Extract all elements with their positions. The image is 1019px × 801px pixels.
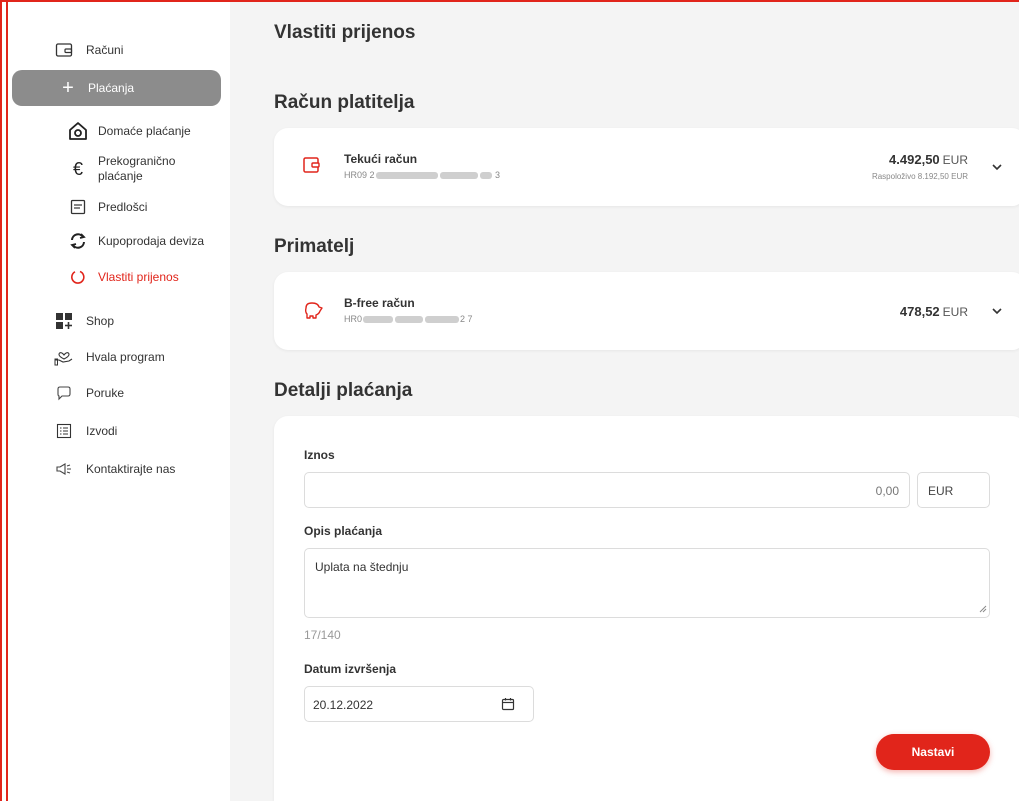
sidebar-item-label: Računi	[86, 43, 124, 57]
sidebar-item-shop[interactable]: Shop	[8, 310, 230, 332]
currency-value: EUR	[928, 484, 954, 498]
sidebar-item-label: Kontaktirajte nas	[86, 462, 176, 476]
sidebar-item-label: plaćanje	[98, 169, 143, 183]
sidebar-item-label: Plaćanja	[88, 81, 135, 95]
date-value: 20.12.2022	[313, 698, 374, 712]
sidebar: Računi + Plaćanja Domaće plaćanje € Prek…	[8, 2, 230, 801]
sidebar-item-label: Poruke	[86, 386, 125, 400]
sidebar-item-label: Hvala program	[86, 350, 165, 364]
sidebar-item-hvala-program[interactable]: Hvala program	[8, 346, 230, 368]
wallet-icon	[302, 156, 322, 176]
sidebar-item-placanja[interactable]: + Plaćanja	[12, 70, 221, 106]
transfer-icon	[68, 267, 88, 287]
sidebar-item-predlosci[interactable]: Predlošci	[8, 196, 230, 218]
sidebar-item-kupoprodaja-deviza[interactable]: Kupoprodaja deviza	[8, 230, 230, 252]
date-label: Datum izvršenja	[304, 662, 397, 676]
window-frame-edge	[6, 0, 8, 801]
balance-amount: 478,52	[899, 304, 940, 319]
grid-icon	[54, 311, 74, 331]
plus-icon: +	[62, 77, 74, 99]
sidebar-item-domace-placanje[interactable]: Domaće plaćanje	[8, 120, 230, 142]
iban-prefix: HR0	[344, 314, 363, 324]
recipient-account-card[interactable]: B-free račun HR0 2 7 478,52 EUR	[274, 272, 1019, 350]
sidebar-item-vlastiti-prijenos[interactable]: Vlastiti prijenos	[8, 266, 230, 288]
available-balance: Raspoloživo 8.192,50 EUR	[871, 172, 968, 181]
description-textarea[interactable]: Uplata na štednju	[304, 548, 990, 618]
euro-icon: €	[72, 158, 83, 179]
main-content: Vlastiti prijenos Račun platitelja Tekuć…	[230, 2, 1019, 801]
payer-heading: Račun platitelja	[274, 92, 415, 113]
iban-masked	[363, 316, 394, 324]
chat-icon	[54, 383, 74, 403]
sidebar-item-label: Vlastiti prijenos	[98, 270, 179, 284]
template-icon	[68, 197, 88, 217]
iban-prefix: HR09 2	[344, 170, 375, 180]
continue-button[interactable]: Nastavi	[876, 734, 990, 770]
iban-masked	[425, 316, 460, 324]
character-counter: 17/140	[304, 628, 341, 642]
balance-currency: EUR	[942, 153, 968, 167]
amount-label: Iznos	[304, 448, 335, 462]
description-value: Uplata na štednju	[315, 560, 409, 574]
sidebar-item-izvodi[interactable]: Izvodi	[8, 420, 230, 442]
date-input[interactable]: 20.12.2022	[304, 686, 534, 722]
page-title: Vlastiti prijenos	[274, 22, 416, 43]
megaphone-icon	[54, 459, 74, 479]
amount-input[interactable]: 0,00	[304, 472, 910, 508]
exchange-icon	[68, 231, 88, 251]
recipient-account-iban: HR0 2 7	[344, 314, 473, 324]
sidebar-item-kontaktirajte-nas[interactable]: Kontaktirajte nas	[8, 458, 230, 480]
sidebar-item-label: Prekogranično	[98, 154, 176, 168]
wallet-icon	[54, 40, 74, 60]
home-icon	[68, 121, 88, 141]
sidebar-item-poruke[interactable]: Poruke	[8, 382, 230, 404]
iban-suffix: 3	[495, 170, 501, 180]
payer-balance: 4.492,50 EUR	[889, 152, 968, 167]
description-label: Opis plaćanja	[304, 524, 383, 538]
amount-placeholder: 0,00	[875, 484, 899, 498]
sidebar-item-label: Predlošci	[98, 200, 148, 214]
iban-masked	[479, 172, 492, 180]
calendar-icon[interactable]	[501, 697, 515, 714]
piggy-bank-icon	[302, 300, 323, 320]
recipient-heading: Primatelj	[274, 236, 355, 257]
statement-icon	[54, 421, 74, 441]
chevron-down-icon[interactable]	[990, 160, 1004, 174]
heart-hand-icon	[54, 347, 74, 367]
recipient-balance: 478,52 EUR	[900, 304, 968, 319]
balance-currency: EUR	[942, 305, 968, 319]
currency-select[interactable]: EUR	[917, 472, 990, 508]
iban-masked	[395, 316, 424, 324]
sidebar-item-label: Shop	[86, 314, 115, 328]
sidebar-item-label: Kupoprodaja deviza	[98, 234, 205, 248]
balance-amount: 4.492,50	[889, 152, 940, 167]
iban-masked	[439, 172, 478, 180]
sidebar-item-racuni[interactable]: Računi	[8, 40, 230, 60]
recipient-account-name: B-free račun	[344, 296, 415, 310]
resize-handle-icon[interactable]	[979, 602, 987, 616]
chevron-down-icon[interactable]	[990, 304, 1004, 318]
payer-account-name: Tekući račun	[344, 152, 418, 166]
sidebar-item-label: Izvodi	[86, 424, 118, 438]
sidebar-item-label: Domaće plaćanje	[98, 124, 191, 138]
iban-suffix: 2 7	[460, 314, 473, 324]
details-heading: Detalji plaćanja	[274, 380, 413, 401]
payer-account-card[interactable]: Tekući račun HR09 2 3 4.492,50 EUR Raspol…	[274, 128, 1019, 206]
sidebar-item-prekogranicno-placanje[interactable]: € Prekogranično plaćanje	[8, 152, 230, 186]
payer-account-iban: HR09 2 3	[344, 170, 500, 180]
iban-masked	[375, 172, 438, 180]
